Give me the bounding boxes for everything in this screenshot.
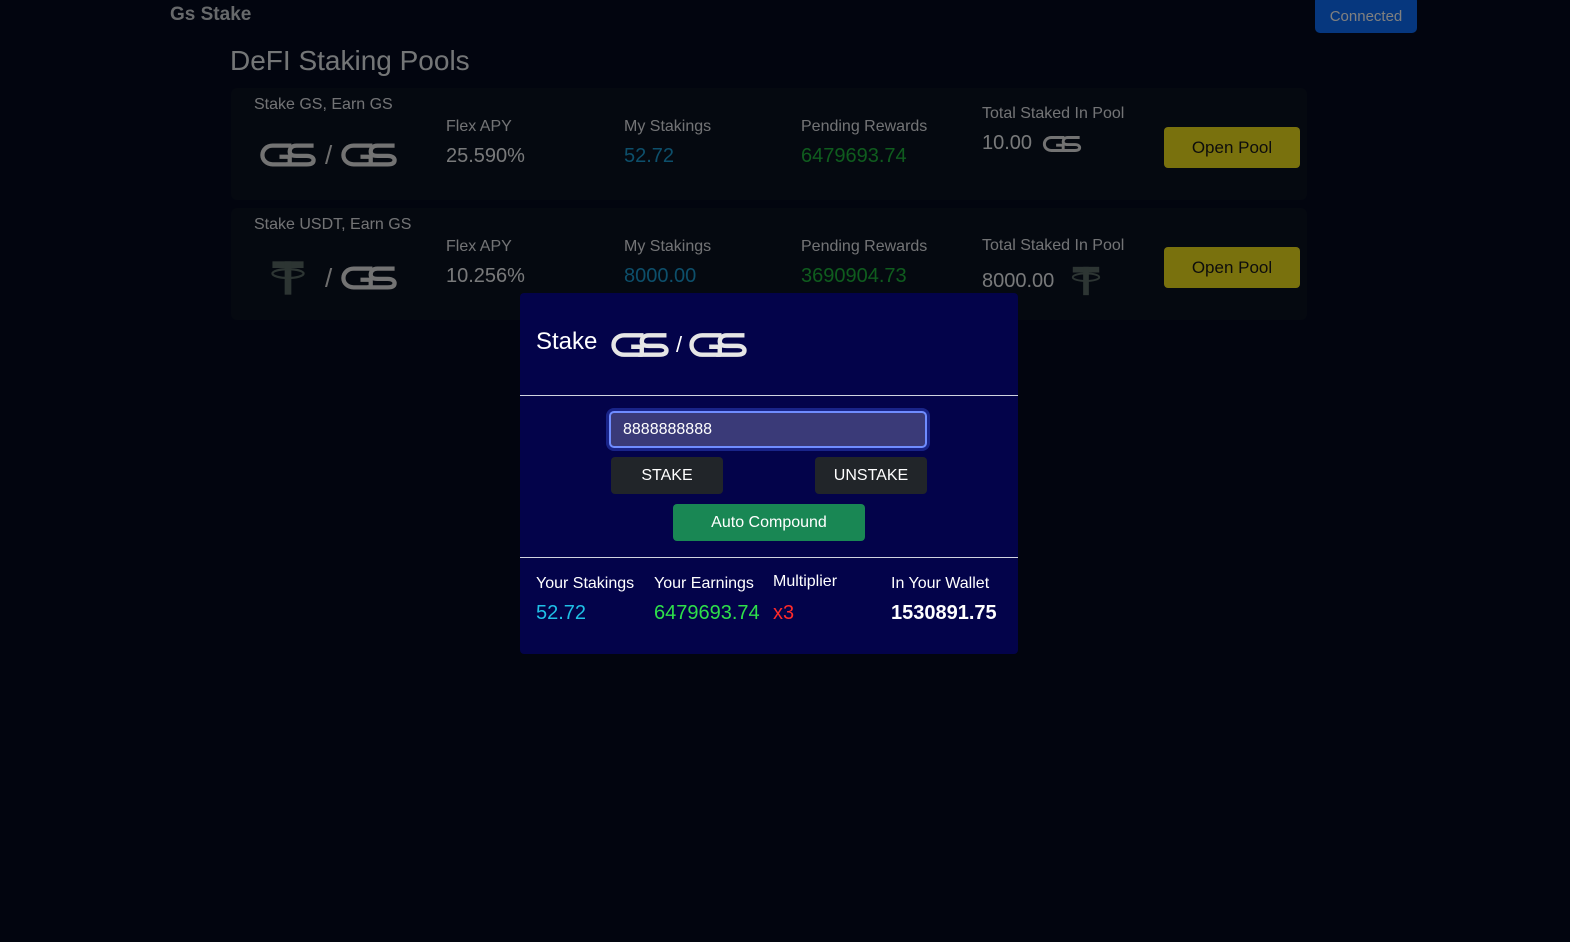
modal-title: Stake (536, 328, 598, 355)
multiplier-stat: Multiplier x3 (773, 573, 837, 625)
modal-header: Stake / (520, 293, 1018, 396)
stake-button[interactable]: STAKE (611, 457, 723, 494)
stake-amount-input[interactable] (609, 411, 927, 448)
auto-compound-button[interactable]: Auto Compound (673, 504, 865, 541)
modal-divider (520, 557, 1018, 558)
your-earnings-label: Your Earnings (654, 575, 754, 592)
multiplier-value: x3 (773, 602, 795, 624)
your-earnings-value: 6479693.74 (654, 602, 760, 624)
multiplier-label: Multiplier (773, 573, 838, 590)
your-stakings-label: Your Stakings (536, 575, 635, 592)
wallet-balance-stat: In Your Wallet 1530891.75 (891, 575, 997, 625)
your-stakings-value: 52.72 (536, 602, 587, 624)
your-stakings-stat: Your Stakings 52.72 (536, 575, 634, 625)
gs-logo-icon (688, 329, 748, 361)
your-earnings-stat: Your Earnings 6479693.74 (654, 575, 760, 625)
unstake-button[interactable]: UNSTAKE (815, 457, 927, 494)
pair-separator: / (676, 332, 683, 357)
gs-logo-icon (610, 329, 670, 361)
wallet-balance-label: In Your Wallet (891, 575, 990, 592)
wallet-balance-value: 1530891.75 (891, 602, 997, 624)
stake-modal: Stake / STAKE UNSTAKE Auto Compound Your… (520, 293, 1018, 654)
modal-token-logos: / (610, 329, 748, 361)
